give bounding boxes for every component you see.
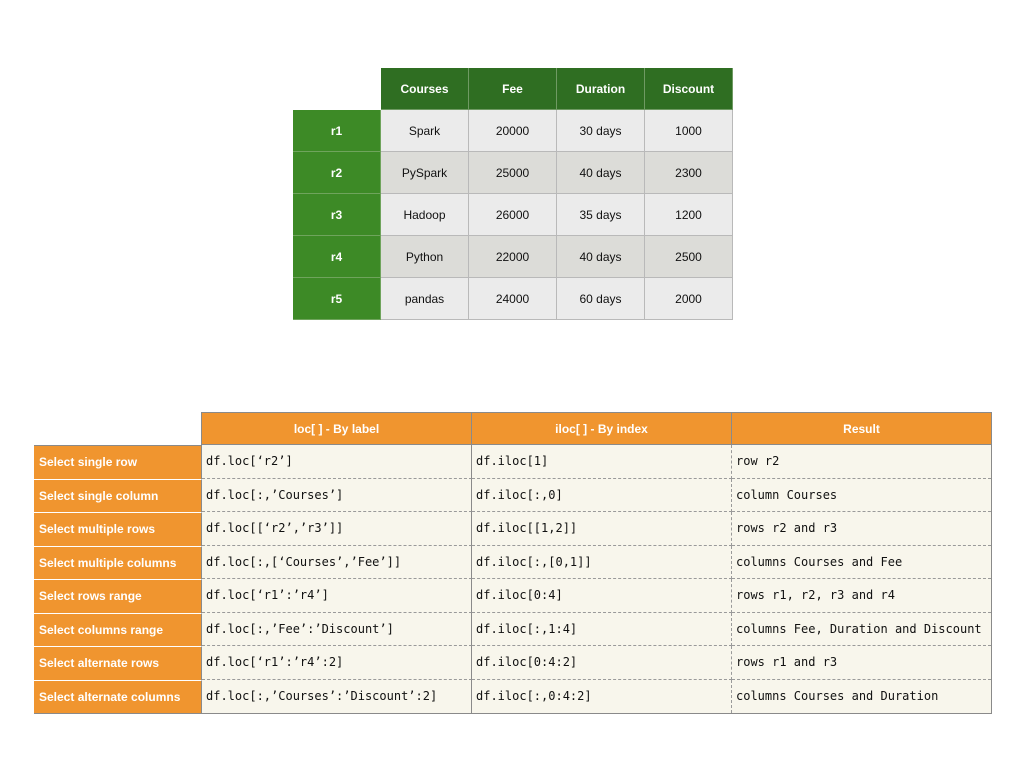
loc-code: df.loc[:,’Courses’:’Discount’:2] bbox=[202, 679, 472, 713]
iloc-code: df.iloc[:,0:4:2] bbox=[472, 679, 732, 713]
loc-code: df.loc[:,’Fee’:’Discount’] bbox=[202, 612, 472, 646]
table-cell: 60 days bbox=[557, 278, 645, 320]
iloc-code: df.iloc[1] bbox=[472, 445, 732, 479]
row-index-r2: r2 bbox=[293, 152, 381, 194]
table-cell: PySpark bbox=[381, 152, 469, 194]
result-text: rows r1, r2, r3 and r4 bbox=[732, 579, 991, 613]
row-label: Select alternate columns bbox=[34, 679, 202, 713]
table-cell: 20000 bbox=[469, 110, 557, 152]
loc-code: df.loc[:,’Courses’] bbox=[202, 478, 472, 512]
iloc-code: df.iloc[:,[0,1]] bbox=[472, 545, 732, 579]
iloc-code: df.iloc[:,0] bbox=[472, 478, 732, 512]
table-cell: pandas bbox=[381, 278, 469, 320]
row-index-r3: r3 bbox=[293, 194, 381, 236]
table-cell: 40 days bbox=[557, 236, 645, 278]
column-header-duration: Duration bbox=[557, 68, 645, 110]
row-label: Select single row bbox=[34, 445, 202, 479]
header-result: Result bbox=[732, 412, 991, 445]
table-cell: 30 days bbox=[557, 110, 645, 152]
row-label: Select alternate rows bbox=[34, 646, 202, 680]
result-text: columns Courses and Fee bbox=[732, 545, 991, 579]
iloc-code: df.iloc[0:4] bbox=[472, 579, 732, 613]
table-cell: 2300 bbox=[645, 152, 733, 194]
loc-code: df.loc[‘r2’] bbox=[202, 445, 472, 479]
row-label: Select multiple rows bbox=[34, 512, 202, 546]
iloc-code: df.iloc[:,1:4] bbox=[472, 612, 732, 646]
table-corner bbox=[34, 412, 202, 445]
header-iloc: iloc[ ] - By index bbox=[472, 412, 732, 445]
header-loc: loc[ ] - By label bbox=[202, 412, 472, 445]
row-label: Select columns range bbox=[34, 612, 202, 646]
loc-code: df.loc[‘r1’:’r4’:2] bbox=[202, 646, 472, 680]
table-cell: 26000 bbox=[469, 194, 557, 236]
loc-code: df.loc[‘r1’:’r4’] bbox=[202, 579, 472, 613]
row-index-r5: r5 bbox=[293, 278, 381, 320]
table-cell: 25000 bbox=[469, 152, 557, 194]
table-cell: Spark bbox=[381, 110, 469, 152]
row-index-r4: r4 bbox=[293, 236, 381, 278]
row-label: Select rows range bbox=[34, 579, 202, 613]
table-cell: 1000 bbox=[645, 110, 733, 152]
table-corner bbox=[293, 68, 381, 110]
table-cell: Hadoop bbox=[381, 194, 469, 236]
table-cell: 24000 bbox=[469, 278, 557, 320]
column-header-discount: Discount bbox=[645, 68, 733, 110]
table-cell: 1200 bbox=[645, 194, 733, 236]
result-text: columns Courses and Duration bbox=[732, 679, 991, 713]
result-text: column Courses bbox=[732, 478, 991, 512]
iloc-code: df.iloc[0:4:2] bbox=[472, 646, 732, 680]
result-text: columns Fee, Duration and Discount bbox=[732, 612, 991, 646]
column-header-courses: Courses bbox=[381, 68, 469, 110]
result-text: rows r1 and r3 bbox=[732, 646, 991, 680]
dataframe-table: Courses Fee Duration Discount r1 Spark 2… bbox=[293, 68, 733, 320]
table-cell: 35 days bbox=[557, 194, 645, 236]
iloc-code: df.iloc[[1,2]] bbox=[472, 512, 732, 546]
loc-iloc-reference-table: loc[ ] - By label iloc[ ] - By index Res… bbox=[34, 412, 992, 714]
table-cell: Python bbox=[381, 236, 469, 278]
row-label: Select single column bbox=[34, 478, 202, 512]
column-header-fee: Fee bbox=[469, 68, 557, 110]
result-text: rows r2 and r3 bbox=[732, 512, 991, 546]
loc-code: df.loc[:,[‘Courses’,’Fee’]] bbox=[202, 545, 472, 579]
table-cell: 2500 bbox=[645, 236, 733, 278]
result-text: row r2 bbox=[732, 445, 991, 479]
table-cell: 22000 bbox=[469, 236, 557, 278]
table-cell: 2000 bbox=[645, 278, 733, 320]
row-index-r1: r1 bbox=[293, 110, 381, 152]
loc-code: df.loc[[‘r2’,’r3’]] bbox=[202, 512, 472, 546]
row-label: Select multiple columns bbox=[34, 545, 202, 579]
table-cell: 40 days bbox=[557, 152, 645, 194]
